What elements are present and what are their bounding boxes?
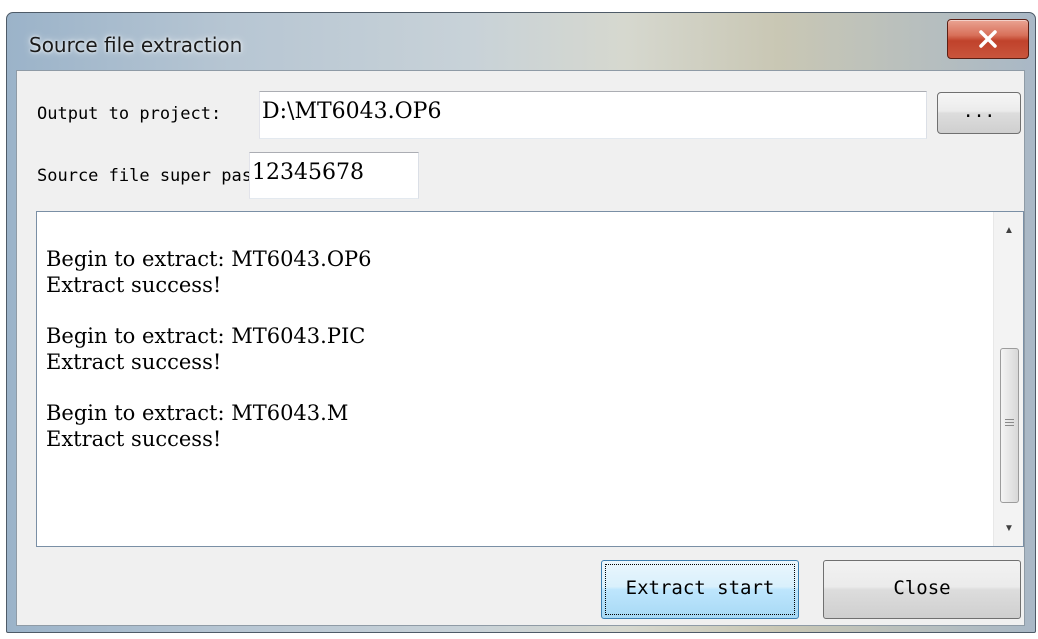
dialog-title: Source file extraction xyxy=(29,33,243,57)
super-password-label: Source file super password: xyxy=(37,166,269,186)
scroll-up-arrow-icon[interactable]: ▲ xyxy=(994,216,1024,246)
scrollbar-thumb[interactable] xyxy=(1000,348,1019,503)
focus-rectangle xyxy=(605,564,795,615)
log-scrollbar[interactable]: ▲ ▼ xyxy=(993,212,1023,546)
extraction-log[interactable]: Begin to extract: MT6043.OP6 Extract suc… xyxy=(36,211,1024,547)
dialog-body: Output to project: D:\MT6043.OP6 ... Sou… xyxy=(16,70,1025,626)
log-entry: Begin to extract: MT6043.OP6 Extract suc… xyxy=(46,246,976,298)
log-begin-line: Begin to extract: MT6043.PIC xyxy=(46,324,366,348)
log-entry: Begin to extract: MT6043.M Extract succe… xyxy=(46,400,976,452)
window-close-button[interactable] xyxy=(947,19,1029,59)
super-password-field[interactable]: 12345678 xyxy=(249,152,419,199)
close-icon xyxy=(979,30,997,48)
log-result-line: Extract success! xyxy=(46,273,222,297)
log-result-line: Extract success! xyxy=(46,427,222,451)
close-button[interactable]: Close xyxy=(823,560,1021,619)
scroll-down-arrow-icon[interactable]: ▼ xyxy=(994,514,1024,544)
grip-icon xyxy=(1005,419,1014,428)
log-begin-line: Begin to extract: MT6043.M xyxy=(46,401,349,425)
log-begin-line: Begin to extract: MT6043.OP6 xyxy=(46,247,372,271)
browse-button[interactable]: ... xyxy=(937,92,1021,134)
log-entry: Begin to extract: MT6043.PIC Extract suc… xyxy=(46,323,976,375)
extract-start-button[interactable]: Extract start xyxy=(601,560,799,619)
output-project-field[interactable]: D:\MT6043.OP6 xyxy=(259,91,927,139)
extraction-dialog: Source file extraction Output to project… xyxy=(6,12,1036,633)
output-project-label: Output to project: xyxy=(37,104,222,124)
log-result-line: Extract success! xyxy=(46,350,222,374)
title-bar[interactable]: Source file extraction xyxy=(7,13,1035,71)
